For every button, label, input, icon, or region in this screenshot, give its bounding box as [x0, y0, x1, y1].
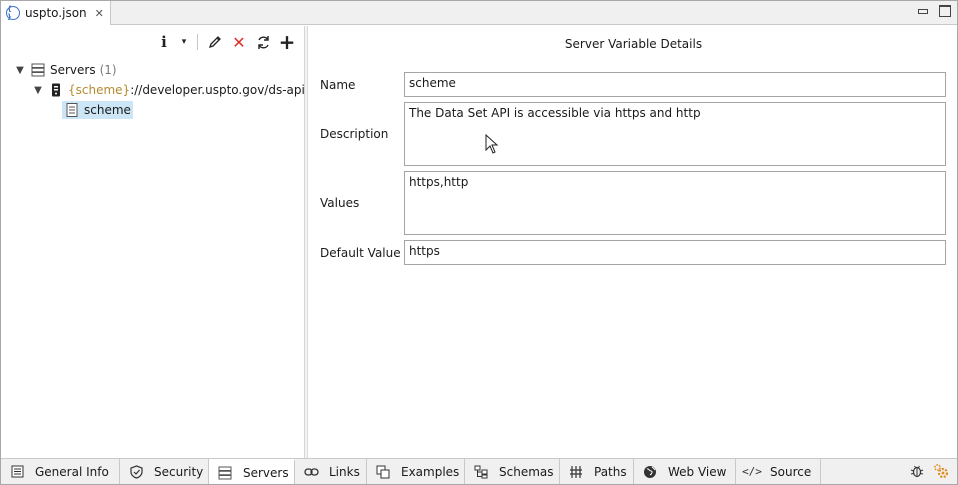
gears-warning-icon[interactable] [933, 463, 949, 479]
details-title: Server Variable Details [564, 37, 703, 51]
values-field[interactable]: https,http [404, 171, 946, 235]
code-icon: </> [742, 465, 762, 478]
tab-label: Servers [243, 465, 289, 480]
server-variable-details: Server Variable Details Name scheme Desc… [310, 26, 957, 458]
tab-label: Paths [594, 464, 627, 479]
close-icon[interactable]: ✕ [95, 8, 104, 19]
tree-label-servers: Servers [50, 63, 96, 77]
examples-icon [375, 464, 391, 480]
globe-icon [642, 464, 658, 480]
chevron-down-icon[interactable]: ▼ [14, 65, 26, 76]
page-tabs-bar: General Info Security Servers Links Exam… [1, 458, 957, 484]
tree-panel: i ▾ ✕ + ▼ Servers (1) ▼ {scheme}://deve… [2, 26, 305, 458]
server-url-label: ://developer.uspto.gov/ds-api [130, 83, 305, 97]
description-label: Description [320, 127, 389, 141]
tree-label-scheme: scheme [84, 103, 131, 117]
add-icon[interactable]: + [278, 30, 296, 54]
tab-general-info[interactable]: General Info [1, 459, 120, 484]
tab-label: Security [154, 464, 204, 479]
tab-label: Schemas [499, 464, 554, 479]
tree-selection: scheme [62, 101, 133, 119]
editor-tabstrip: { } uspto.json ✕ [1, 1, 957, 25]
minimize-icon[interactable] [917, 5, 929, 17]
list-icon [9, 464, 25, 480]
tab-examples[interactable]: Examples [367, 459, 465, 484]
tab-label: Source [770, 464, 812, 479]
tab-paths[interactable]: Paths [560, 459, 634, 484]
editor-window: { } uspto.json ✕ i ▾ ✕ + ▼ Servers (1) ▼… [0, 0, 958, 485]
server-stack-icon [217, 465, 233, 481]
tab-label: General Info [35, 464, 109, 479]
refresh-icon[interactable] [254, 33, 272, 51]
server-icon [48, 82, 64, 98]
name-label: Name [320, 78, 356, 92]
schema-icon [473, 464, 489, 480]
tab-source[interactable]: </> Source [736, 459, 821, 484]
editor-tab-uspto[interactable]: { } uspto.json ✕ [1, 1, 111, 25]
toolbar-divider [197, 34, 198, 50]
tree-item-servers[interactable]: ▼ Servers (1) [14, 60, 117, 80]
tab-links[interactable]: Links [295, 459, 367, 484]
tab-label: Links [329, 464, 360, 479]
api-icon: { } [6, 5, 20, 21]
tab-security[interactable]: Security [120, 459, 209, 484]
chevron-down-icon[interactable]: ▾ [179, 33, 189, 51]
editor-tab-label: uspto.json [25, 6, 87, 20]
status-icons [909, 463, 949, 479]
delete-icon[interactable]: ✕ [230, 33, 248, 52]
tab-servers[interactable]: Servers [209, 459, 295, 484]
default-value-label: Default Value [320, 246, 401, 260]
tree-toolbar: i ▾ ✕ + [155, 30, 296, 54]
window-controls [917, 5, 951, 17]
server-stack-icon [30, 62, 46, 78]
chevron-down-icon[interactable]: ▼ [32, 85, 44, 96]
pencil-icon[interactable] [206, 33, 224, 51]
default-value-field[interactable]: https [404, 240, 946, 265]
scheme-var-token: {scheme} [68, 83, 131, 97]
tab-schemas[interactable]: Schemas [465, 459, 560, 484]
document-lines-icon [64, 102, 80, 118]
values-label: Values [320, 196, 360, 210]
maximize-icon[interactable] [939, 5, 951, 17]
tab-label: Examples [401, 464, 460, 479]
tree-item-server-url[interactable]: ▼ {scheme} ://developer.uspto.gov/ds-api [32, 80, 305, 100]
tree-item-variable-scheme[interactable]: scheme [62, 100, 133, 120]
tab-label: Web View [668, 464, 727, 479]
link-icon [303, 464, 319, 480]
tab-web-view[interactable]: Web View [634, 459, 736, 484]
mouse-cursor-icon [485, 134, 499, 154]
info-icon[interactable]: i [155, 33, 173, 51]
bug-icon[interactable] [909, 463, 925, 479]
name-field[interactable]: scheme [404, 72, 946, 97]
servers-count: (1) [99, 63, 117, 77]
paths-icon [568, 464, 584, 480]
shield-icon [128, 464, 144, 480]
panel-splitter[interactable] [305, 26, 308, 458]
